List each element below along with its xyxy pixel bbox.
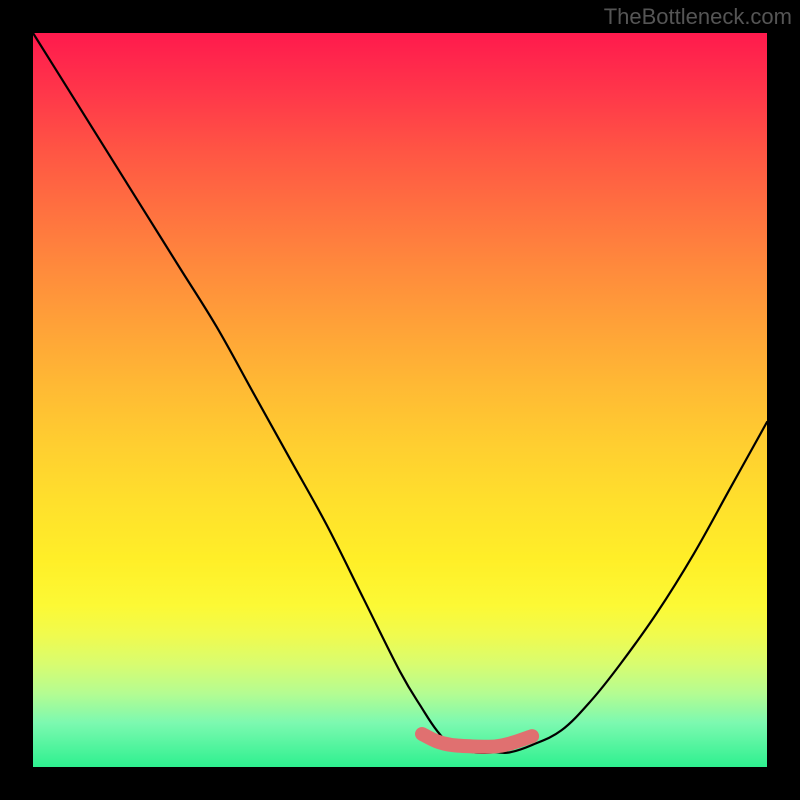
chart-gradient-background <box>33 33 767 767</box>
watermark-text: TheBottleneck.com <box>604 4 792 30</box>
chart-plot-area <box>33 33 767 767</box>
